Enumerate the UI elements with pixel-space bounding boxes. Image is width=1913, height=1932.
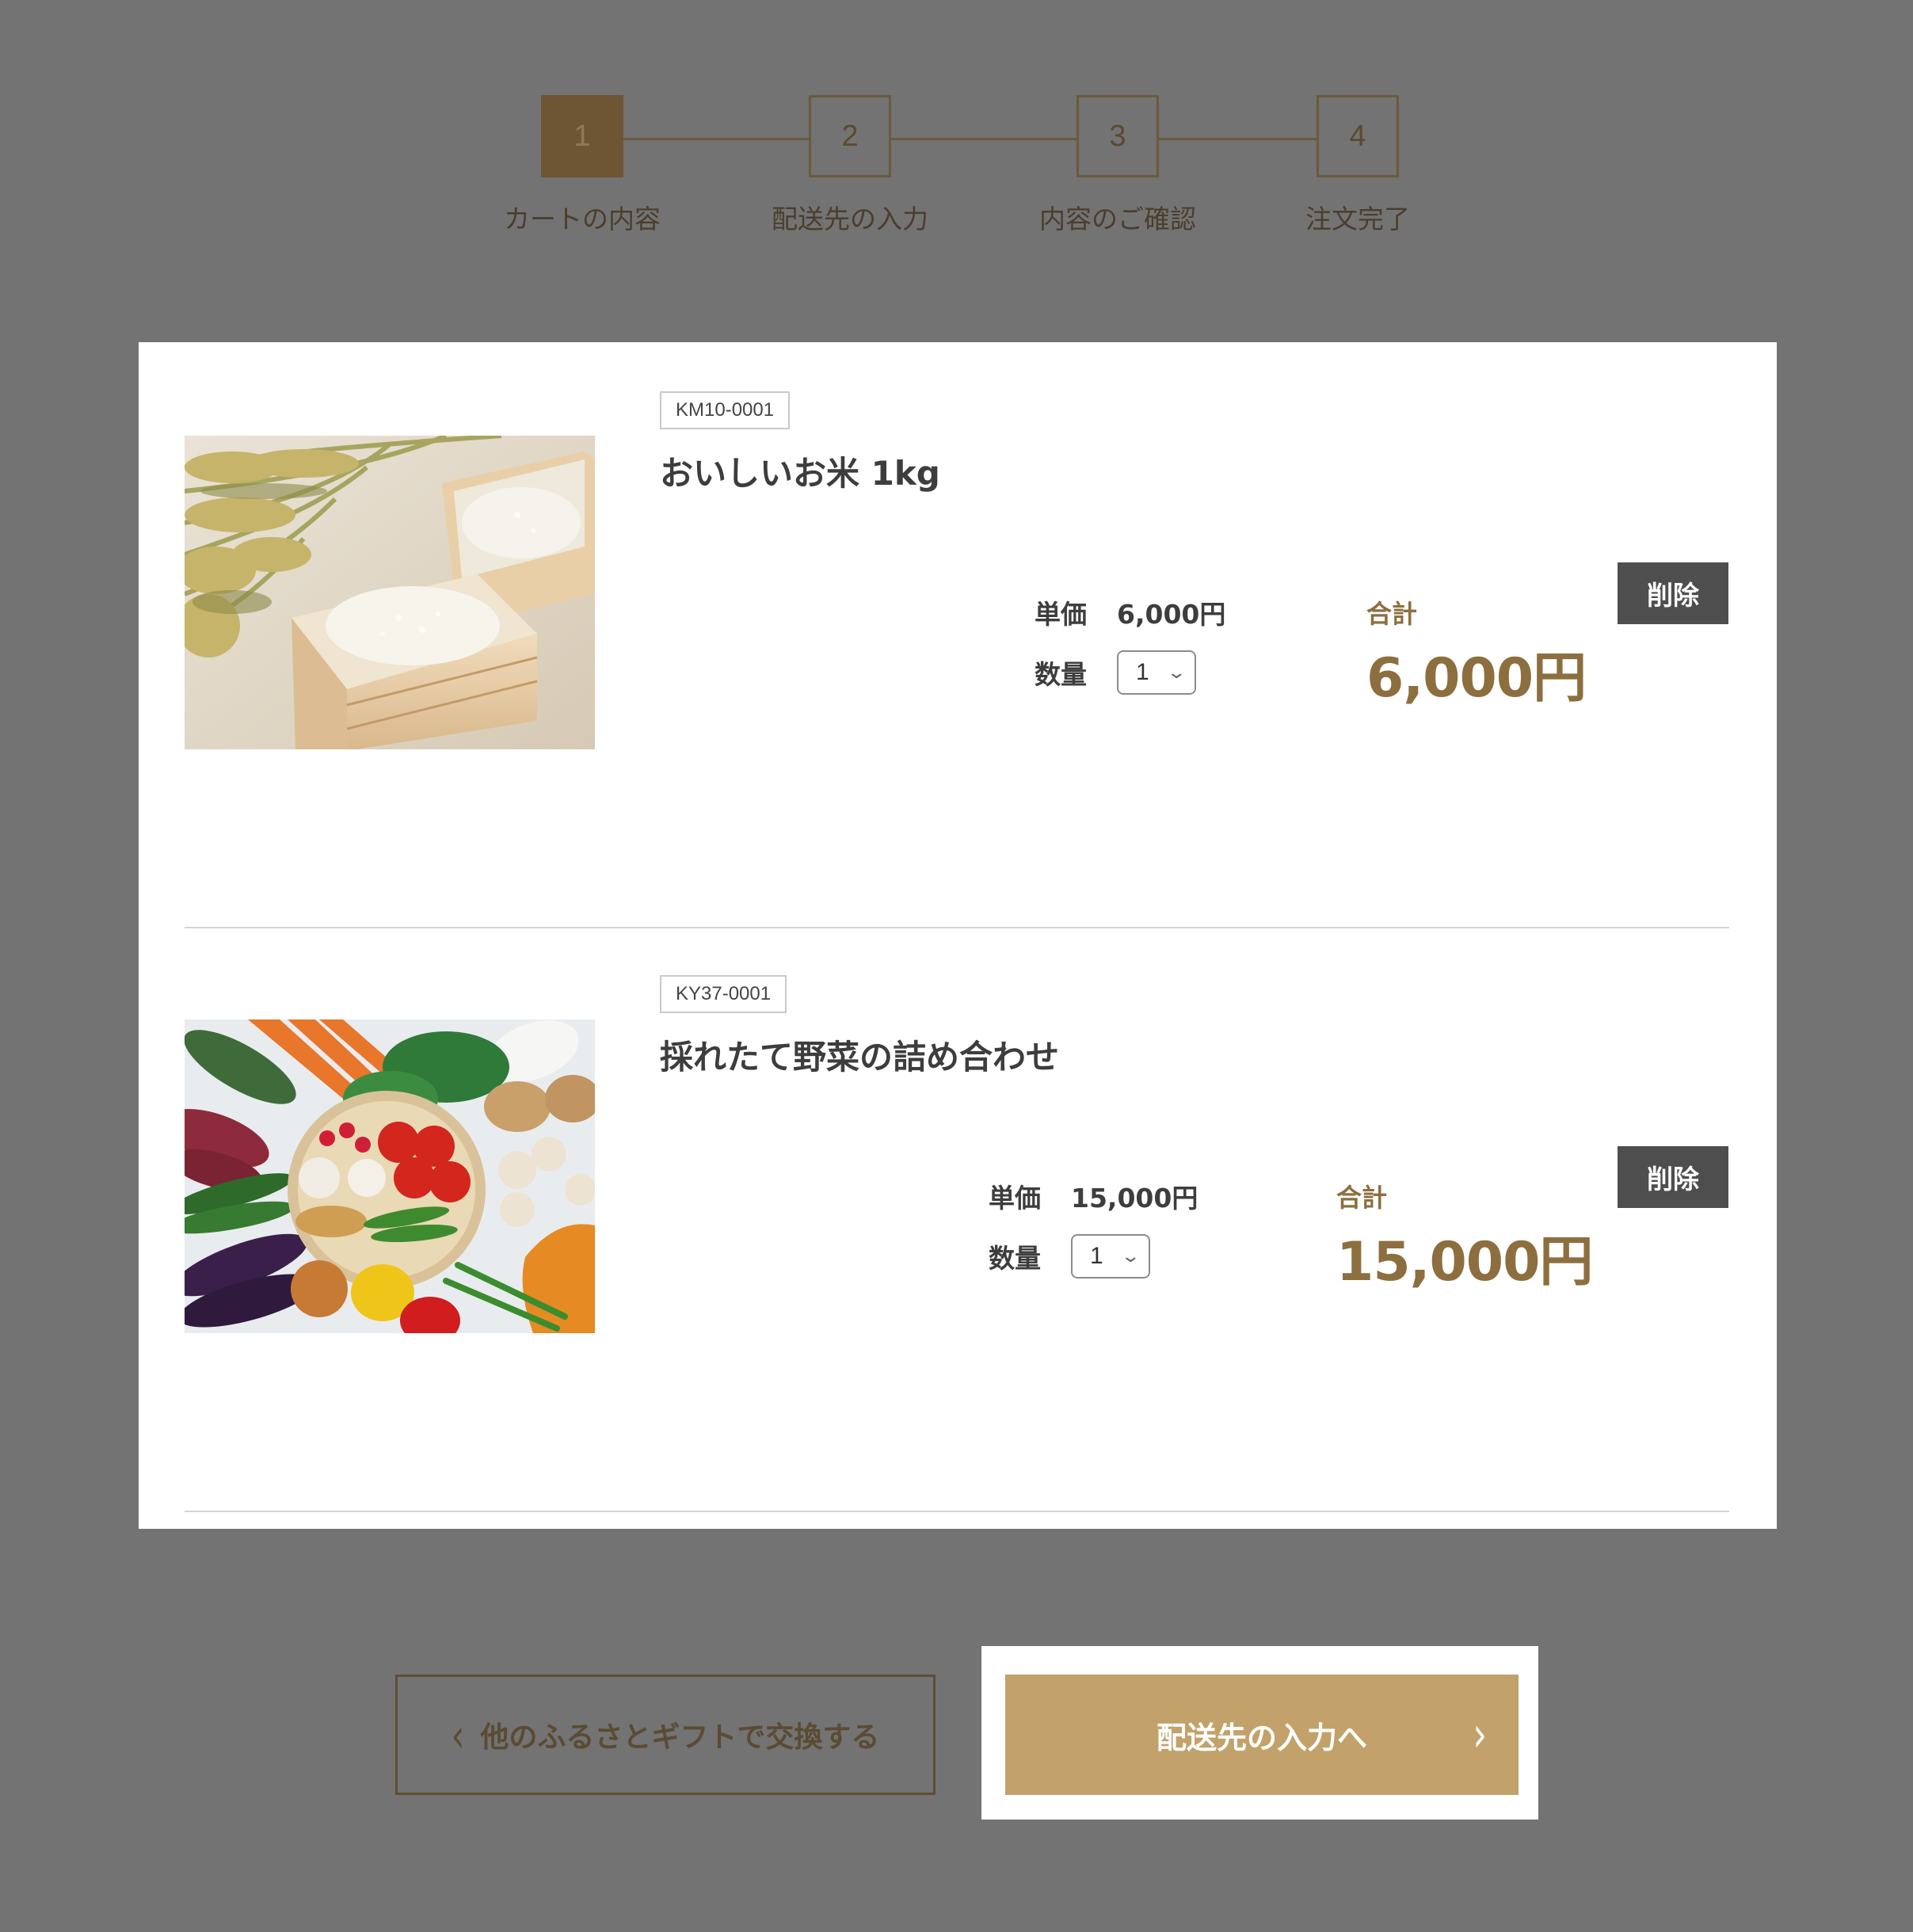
step-confirm: 3 内容のご確認	[1015, 95, 1221, 236]
quantity-select[interactable]: 1 ⌄	[1117, 650, 1196, 695]
cart-item: KM10-0001 おいしいお米 1kg 単価 6,000円 数量 1 ⌄ 合計…	[185, 342, 1729, 928]
quantity-value: 1	[1136, 659, 1149, 685]
chevron-right-icon: ›	[1473, 1706, 1487, 1763]
product-code: KY37-0001	[660, 975, 787, 1013]
total-label: 合計	[1336, 1183, 1388, 1213]
step-shipping-input: 2 配送先の入力	[747, 95, 953, 236]
chevron-left-icon: ‹	[451, 1707, 465, 1762]
delete-button[interactable]: 削除	[1618, 1146, 1728, 1208]
quantity-value: 1	[1090, 1243, 1103, 1269]
proceed-to-shipping-button[interactable]: 配送先の入力へ ›	[1005, 1675, 1519, 1795]
cart-item: KY37-0001 採れたて野菜の詰め合わせ 単価 15,000円 数量 1 ⌄…	[185, 926, 1729, 1512]
total-value: 15,000円	[1336, 1231, 1593, 1294]
chevron-down-icon: ⌄	[1165, 662, 1187, 682]
chevron-down-icon: ⌄	[1119, 1246, 1141, 1266]
step-number: 3	[1077, 95, 1159, 177]
quantity-label: 数量	[1035, 659, 1087, 690]
step-label: 内容のご確認	[1039, 204, 1196, 234]
product-code: KM10-0001	[660, 391, 791, 429]
step-cart-contents: 1 カートの内容	[479, 95, 685, 236]
step-number: 1	[541, 95, 623, 177]
product-name[interactable]: おいしいお米 1kg	[660, 447, 940, 495]
step-label: 配送先の入力	[772, 204, 928, 234]
checkout-stepper: 1 カートの内容 2 配送先の入力 3 内容のご確認 4 注文完了	[0, 95, 1913, 253]
unit-price-label: 単価	[989, 1183, 1041, 1214]
step-label: カートの内容	[504, 204, 661, 234]
back-to-gifts-button[interactable]: ‹ 他のふるさとギフトで交換する	[395, 1675, 936, 1795]
item-total-block: 合計 6,000円	[1366, 594, 1587, 712]
back-button-label: 他のふるさとギフトで交換する	[480, 1721, 880, 1754]
price-quantity-block: 単価 15,000円 数量 1 ⌄	[989, 1173, 1198, 1279]
total-label: 合計	[1366, 599, 1418, 629]
product-name[interactable]: 採れたて野菜の詰め合わせ	[660, 1031, 1059, 1079]
step-number: 2	[809, 95, 891, 177]
step-label: 注文完了	[1305, 204, 1410, 234]
price-quantity-block: 単価 6,000円 数量 1 ⌄	[1035, 589, 1225, 695]
unit-price-value: 6,000円	[1117, 599, 1226, 630]
product-image-vegetables	[185, 1019, 595, 1333]
unit-price-label: 単価	[1035, 599, 1087, 630]
next-button-label: 配送先の入力へ	[1156, 1720, 1367, 1755]
step-complete: 4 注文完了	[1255, 95, 1461, 236]
total-value: 6,000円	[1366, 647, 1587, 710]
unit-price-value: 15,000円	[1071, 1183, 1198, 1214]
product-image-rice	[185, 436, 595, 749]
step-number: 4	[1317, 95, 1399, 177]
item-total-block: 合計 15,000円	[1336, 1178, 1593, 1296]
delete-button[interactable]: 削除	[1618, 562, 1728, 624]
quantity-select[interactable]: 1 ⌄	[1071, 1234, 1150, 1278]
divider	[185, 1511, 1729, 1512]
cart-panel: KM10-0001 おいしいお米 1kg 単価 6,000円 数量 1 ⌄ 合計…	[139, 342, 1777, 1529]
quantity-label: 数量	[989, 1243, 1041, 1274]
